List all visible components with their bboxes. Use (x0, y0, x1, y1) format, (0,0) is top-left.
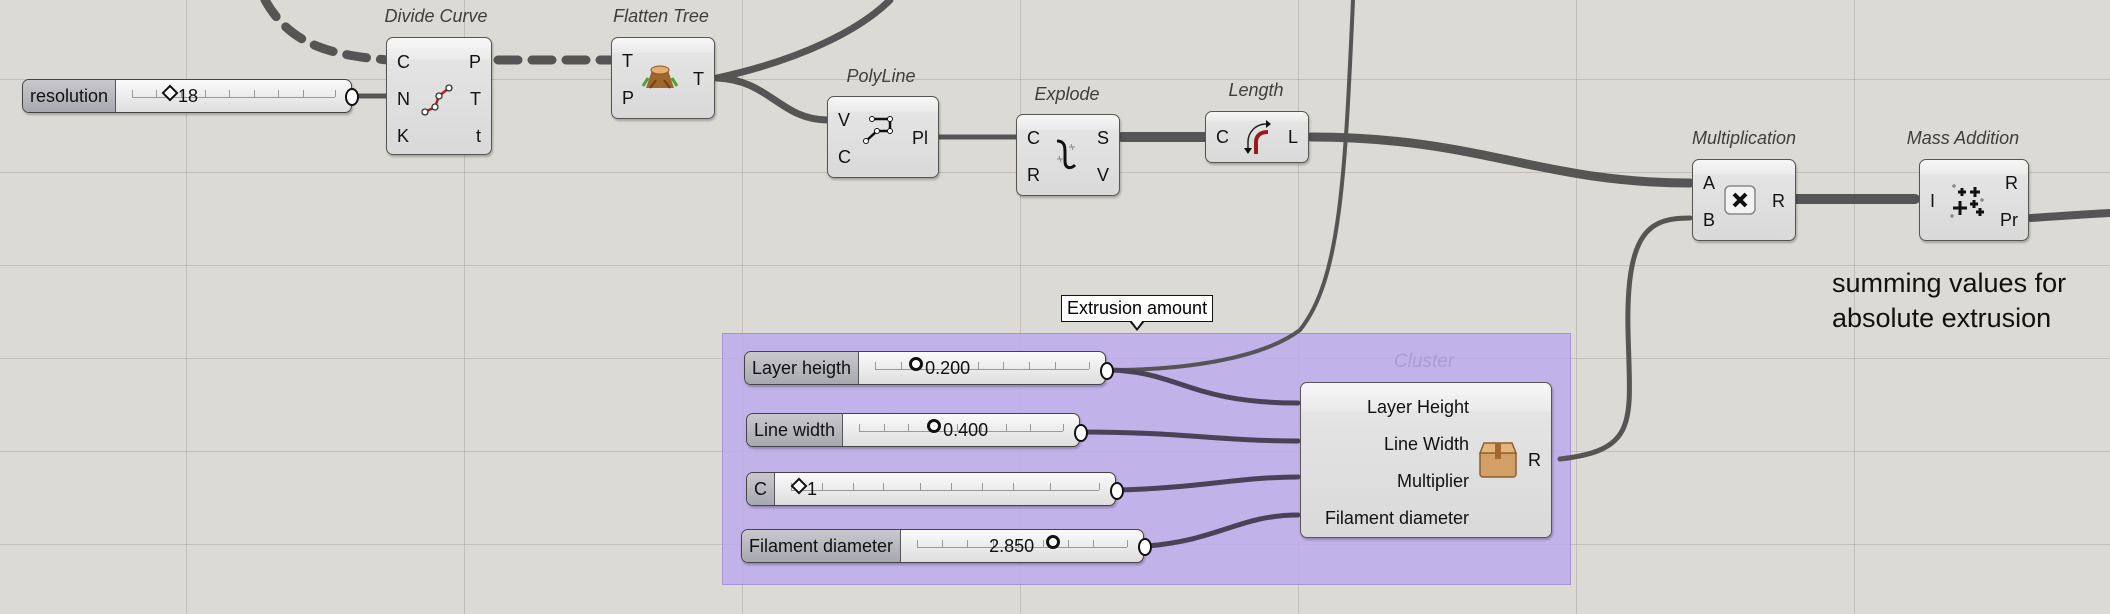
line-width-slider[interactable]: Line width 0.400 (746, 413, 1080, 447)
layer-height-output-grip[interactable] (1100, 362, 1114, 380)
port-in-k[interactable]: K (397, 127, 409, 145)
cluster-component[interactable]: Layer Height Line Width Multiplier Filam… (1300, 382, 1552, 538)
cluster-input-layer-height[interactable]: Layer Height (1367, 397, 1469, 418)
divide-curve-component[interactable]: C N K P T t (386, 37, 492, 155)
cluster-input-multiplier[interactable]: Multiplier (1397, 471, 1469, 492)
line-width-track[interactable]: 0.400 (843, 414, 1079, 446)
length-title: Length (1228, 80, 1284, 100)
port-in-c[interactable]: C (838, 148, 851, 166)
slider-knob-circle[interactable] (927, 419, 942, 433)
layer-height-slider[interactable]: Layer heigth 0.200 (744, 351, 1106, 385)
multiplier-track[interactable]: 1 (775, 473, 1115, 505)
port-in-t[interactable]: T (622, 52, 633, 70)
explode-title: Explode (1034, 84, 1100, 104)
multiplier-slider[interactable]: C 1 (746, 472, 1116, 506)
line-width-value: 0.400 (943, 420, 989, 440)
divide-curve-icon (421, 84, 453, 116)
resolution-slider[interactable]: resolution 18 (22, 79, 352, 113)
slider-knob-circle[interactable] (909, 357, 924, 371)
port-out-pr[interactable]: Pr (2000, 211, 2018, 229)
layer-height-label: Layer heigth (745, 352, 860, 384)
polyline-icon (863, 116, 893, 144)
port-in-b[interactable]: B (1703, 211, 1715, 229)
mass-addition-icon (1950, 184, 1984, 218)
port-in-p[interactable]: P (622, 89, 634, 107)
port-in-v[interactable]: V (838, 111, 850, 129)
multiplication-component[interactable]: A B R (1692, 159, 1796, 241)
resolution-slider-track[interactable]: 18 (116, 80, 351, 112)
flatten-tree-title: Flatten Tree (613, 6, 709, 26)
port-out-l[interactable]: L (1288, 128, 1298, 146)
port-out-r[interactable]: R (1772, 192, 1785, 210)
note-line-1: summing values for (1832, 268, 2067, 298)
port-out-r[interactable]: R (2005, 174, 2018, 192)
annotation-note: summing values for absolute extrusion (1832, 266, 2066, 336)
port-in-c[interactable]: C (1027, 129, 1040, 147)
explode-icon (1056, 139, 1077, 170)
layer-height-track[interactable]: 0.200 (859, 352, 1105, 384)
layer-height-value: 0.200 (925, 358, 971, 378)
explode-component[interactable]: C R S V (1016, 114, 1120, 196)
length-component[interactable]: C L (1205, 111, 1309, 163)
filament-output-grip[interactable] (1138, 538, 1152, 556)
line-width-label: Line width (747, 414, 844, 446)
line-width-output-grip[interactable] (1074, 424, 1088, 442)
resolution-output-grip[interactable] (345, 88, 359, 106)
multiplier-label: C (747, 473, 775, 505)
slider-knob-diamond[interactable] (790, 477, 808, 495)
filament-diameter-value: 2.850 (989, 536, 1035, 556)
flatten-tree-component[interactable]: T P T (611, 37, 715, 119)
mass-addition-component[interactable]: I R Pr (1919, 159, 2029, 241)
filament-diameter-track[interactable]: 2.850 (901, 530, 1143, 562)
multiplier-value: 1 (807, 479, 818, 499)
polyline-component[interactable]: V C Pl (827, 96, 939, 178)
cluster-output-r[interactable]: R (1528, 451, 1541, 469)
divide-curve-title: Divide Curve (384, 6, 488, 26)
tree-stump-icon (641, 65, 679, 89)
port-in-a[interactable]: A (1703, 174, 1715, 192)
filament-diameter-slider[interactable]: Filament diameter 2.850 (741, 529, 1144, 563)
port-out-v[interactable]: V (1097, 166, 1109, 184)
resolution-slider-label: resolution (23, 80, 117, 112)
port-out-t[interactable]: T (693, 70, 704, 88)
slider-knob-diamond[interactable] (161, 84, 179, 102)
note-line-2: absolute extrusion (1832, 303, 2052, 334)
filament-diameter-label: Filament diameter (742, 530, 902, 562)
port-out-p[interactable]: P (469, 53, 481, 71)
port-out-pl[interactable]: Pl (912, 129, 928, 147)
port-out-t[interactable]: T (470, 90, 481, 108)
port-in-r[interactable]: R (1027, 166, 1040, 184)
mass-addition-title: Mass Addition (1906, 128, 2020, 148)
slider-knob-circle[interactable] (1046, 535, 1061, 549)
polyline-title: PolyLine (846, 66, 916, 86)
curve-length-icon (1244, 120, 1271, 154)
resolution-value: 18 (178, 86, 199, 106)
multiplier-output-grip[interactable] (1110, 482, 1124, 500)
cluster-box-icon (1478, 442, 1518, 478)
port-in-i[interactable]: I (1930, 192, 1935, 210)
multiplication-title: Multiplication (1691, 128, 1797, 148)
port-out-s[interactable]: S (1097, 129, 1109, 147)
cluster-input-line-width[interactable]: Line Width (1384, 434, 1469, 455)
port-out-t-param[interactable]: t (476, 127, 481, 145)
multiply-icon (1724, 185, 1756, 215)
extrusion-tooltip: Extrusion amount (1061, 295, 1214, 331)
cluster-input-filament-diameter[interactable]: Filament diameter (1325, 508, 1469, 529)
port-in-c[interactable]: C (1216, 128, 1229, 146)
port-in-n[interactable]: N (397, 90, 410, 108)
port-in-c[interactable]: C (397, 53, 410, 71)
